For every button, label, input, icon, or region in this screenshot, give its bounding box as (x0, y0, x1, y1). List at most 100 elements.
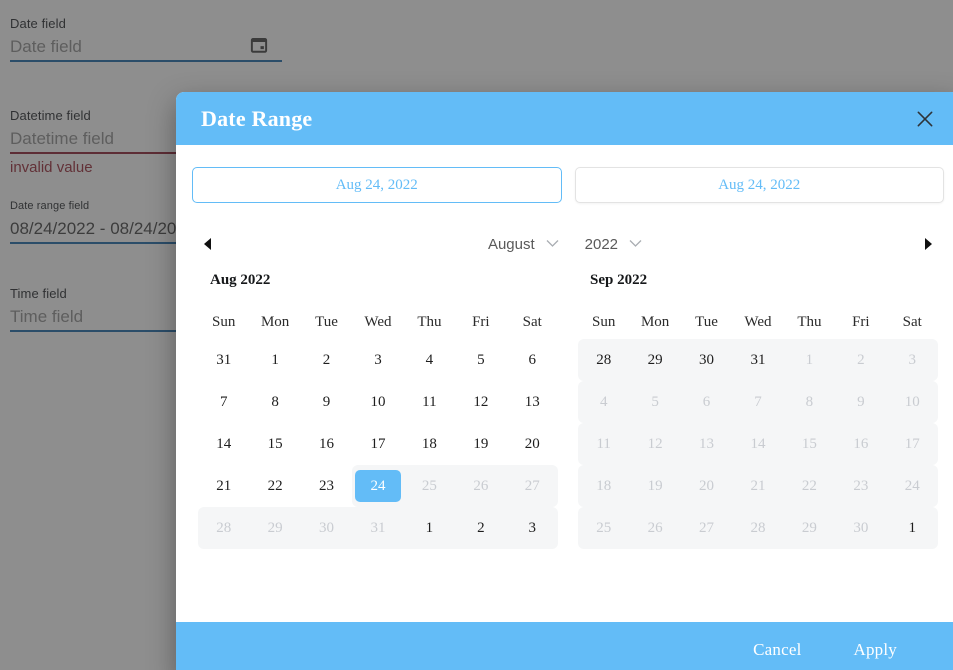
triangle-right-icon[interactable] (917, 233, 939, 255)
calendar-day-cell[interactable]: 27 (680, 507, 733, 549)
calendar-day-cell[interactable]: 7 (198, 381, 249, 423)
calendar-day-cell[interactable]: 29 (629, 339, 681, 381)
calendar-day-cell[interactable]: 18 (578, 465, 630, 507)
calendar-day-cell[interactable]: 13 (507, 381, 558, 423)
weekday-header-sat: Sat (902, 313, 922, 330)
calendar-day-label: 29 (647, 351, 663, 368)
calendar-day-cell[interactable]: 31 (352, 507, 404, 549)
calendar-day-cell[interactable]: 21 (198, 465, 249, 507)
calendar-day-cell[interactable]: 3 (506, 507, 558, 549)
calendar-day-cell[interactable]: 20 (507, 423, 558, 465)
calendar-day-label: 2 (477, 519, 485, 536)
calendar-month-left: Aug 2022 Sun Mon Tue Wed Thu Fri Sat 31 1 2 3 4 5 6 7 8 9… (198, 272, 558, 549)
apply-button[interactable]: Apply (854, 640, 898, 660)
calendar-day-label: 28 (750, 519, 766, 536)
calendar-day-cell[interactable]: 23 (835, 465, 887, 507)
calendar-day-cell[interactable]: 15 (249, 423, 300, 465)
calendar-day-cell[interactable]: 1 (403, 507, 456, 549)
calendar-day-cell[interactable]: 17 (886, 423, 938, 465)
calendar-day-cell[interactable]: 1 (886, 507, 938, 549)
calendar-day-cell[interactable]: 23 (301, 465, 352, 507)
calendar-day-cell[interactable]: 5 (629, 381, 681, 423)
calendar-day-cell[interactable]: 22 (249, 465, 300, 507)
cancel-button[interactable]: Cancel (753, 640, 801, 660)
calendar-day-cell[interactable]: 17 (352, 423, 403, 465)
calendar-week-row: 18 19 20 21 22 23 24 (578, 465, 938, 507)
calendar-day-cell[interactable]: 21 (732, 465, 784, 507)
calendar-day-cell[interactable]: 6 (680, 381, 733, 423)
calendar-day-cell[interactable]: 28 (732, 507, 784, 549)
calendar-day-cell[interactable]: 15 (783, 423, 836, 465)
calendar-day-cell[interactable]: 10 (352, 381, 403, 423)
weekday-header-tue: Tue (695, 313, 718, 330)
calendar-day-cell[interactable]: 28 (578, 339, 630, 381)
calendar-day-label: 22 (801, 477, 817, 494)
calendar-day-cell[interactable]: 31 (198, 339, 249, 381)
calendar-day-cell[interactable]: 12 (629, 423, 681, 465)
calendar-day-cell[interactable]: 11 (404, 381, 455, 423)
calendar-day-cell[interactable]: 7 (732, 381, 784, 423)
calendar-day-label: 14 (750, 435, 766, 452)
calendar-day-cell[interactable]: 1 (783, 339, 836, 381)
calendar-day-label: 30 (319, 519, 335, 536)
calendar-day-cell[interactable]: 12 (455, 381, 506, 423)
calendar-day-cell[interactable]: 28 (198, 507, 250, 549)
range-tab-end[interactable]: Aug 24, 2022 (574, 167, 944, 203)
close-icon[interactable] (912, 106, 938, 132)
calendar-day-cell[interactable]: 11 (578, 423, 630, 465)
calendar-day-cell[interactable]: 10 (886, 381, 938, 423)
calendar-day-label: 20 (524, 435, 540, 452)
calendar-day-cell[interactable]: 2 (301, 339, 352, 381)
calendar-day-cell[interactable]: 25 (578, 507, 630, 549)
calendar-day-cell[interactable]: 2 (835, 339, 887, 381)
calendar-day-cell[interactable]: 24 (352, 465, 404, 507)
calendar-day-cell[interactable]: 2 (455, 507, 507, 549)
calendar-day-cell[interactable]: 19 (455, 423, 506, 465)
calendar-day-label: 1 (271, 351, 279, 368)
calendar-day-cell[interactable]: 27 (506, 465, 558, 507)
calendar-day-label: 30 (853, 519, 869, 536)
calendar-day-cell[interactable]: 4 (578, 381, 630, 423)
calendar-day-cell[interactable]: 29 (249, 507, 301, 549)
calendar-day-label: 4 (599, 393, 608, 410)
calendar-day-cell[interactable]: 16 (835, 423, 887, 465)
calendar-day-cell[interactable]: 19 (629, 465, 681, 507)
calendar-day-cell[interactable]: 8 (249, 381, 300, 423)
month-select[interactable]: August (488, 235, 559, 253)
calendar-day-cell[interactable]: 9 (835, 381, 887, 423)
calendar-month-title: Aug 2022 (210, 272, 271, 288)
calendar-day-cell[interactable]: 6 (507, 339, 558, 381)
calendar-day-cell[interactable]: 26 (455, 465, 507, 507)
calendar-day-cell[interactable]: 1 (249, 339, 300, 381)
calendar-day-cell[interactable]: 29 (783, 507, 836, 549)
calendar-day-cell[interactable]: 16 (301, 423, 352, 465)
calendar-day-cell[interactable]: 3 (886, 339, 938, 381)
calendar-day-label: 6 (528, 351, 536, 368)
calendar-day-cell[interactable]: 26 (629, 507, 681, 549)
dialog-header: Date Range (176, 92, 953, 145)
range-tab-start[interactable]: Aug 24, 2022 (192, 167, 562, 203)
calendar-day-cell[interactable]: 14 (198, 423, 249, 465)
calendar-day-cell[interactable]: 25 (403, 465, 456, 507)
calendar-month-right: Sep 2022 Sun Mon Tue Wed Thu Fri Sat 28 29 30 31 1 2 3… (578, 272, 938, 549)
month-year-selects: August 2022 (213, 235, 917, 253)
calendar-day-cell[interactable]: 22 (783, 465, 836, 507)
calendar-day-cell[interactable]: 8 (783, 381, 836, 423)
calendar-day-cell[interactable]: 18 (404, 423, 455, 465)
calendar-day-label: 25 (421, 477, 437, 494)
calendar-day-cell[interactable]: 14 (732, 423, 784, 465)
calendar-day-cell[interactable]: 30 (680, 339, 733, 381)
calendar-day-cell[interactable]: 4 (404, 339, 455, 381)
calendar-day-cell[interactable]: 9 (301, 381, 352, 423)
calendar-day-cell[interactable]: 24 (886, 465, 938, 507)
calendar-day-cell[interactable]: 3 (352, 339, 403, 381)
calendar-day-cell[interactable]: 13 (680, 423, 733, 465)
calendar-day-cell[interactable]: 5 (455, 339, 506, 381)
calendar-day-cell[interactable]: 30 (835, 507, 887, 549)
calendar-day-cell[interactable]: 31 (732, 339, 784, 381)
calendar-day-cell[interactable]: 20 (680, 465, 733, 507)
calendar-day-cell[interactable]: 30 (300, 507, 353, 549)
calendar-day-label: 28 (596, 351, 612, 368)
year-select[interactable]: 2022 (585, 235, 642, 253)
calendar-day-label: 26 (647, 519, 663, 536)
